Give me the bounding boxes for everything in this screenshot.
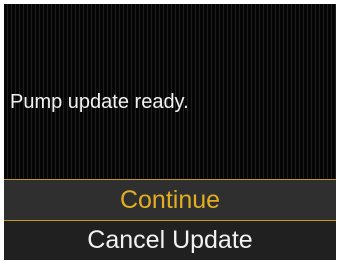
pump-display: Pump update ready. Continue Cancel Updat…: [4, 4, 336, 260]
cancel-update-button[interactable]: Cancel Update: [4, 221, 336, 260]
pump-screen: Pump update ready. Continue Cancel Updat…: [0, 0, 340, 264]
update-message: Pump update ready.: [10, 91, 189, 113]
continue-button[interactable]: Continue: [4, 180, 336, 220]
